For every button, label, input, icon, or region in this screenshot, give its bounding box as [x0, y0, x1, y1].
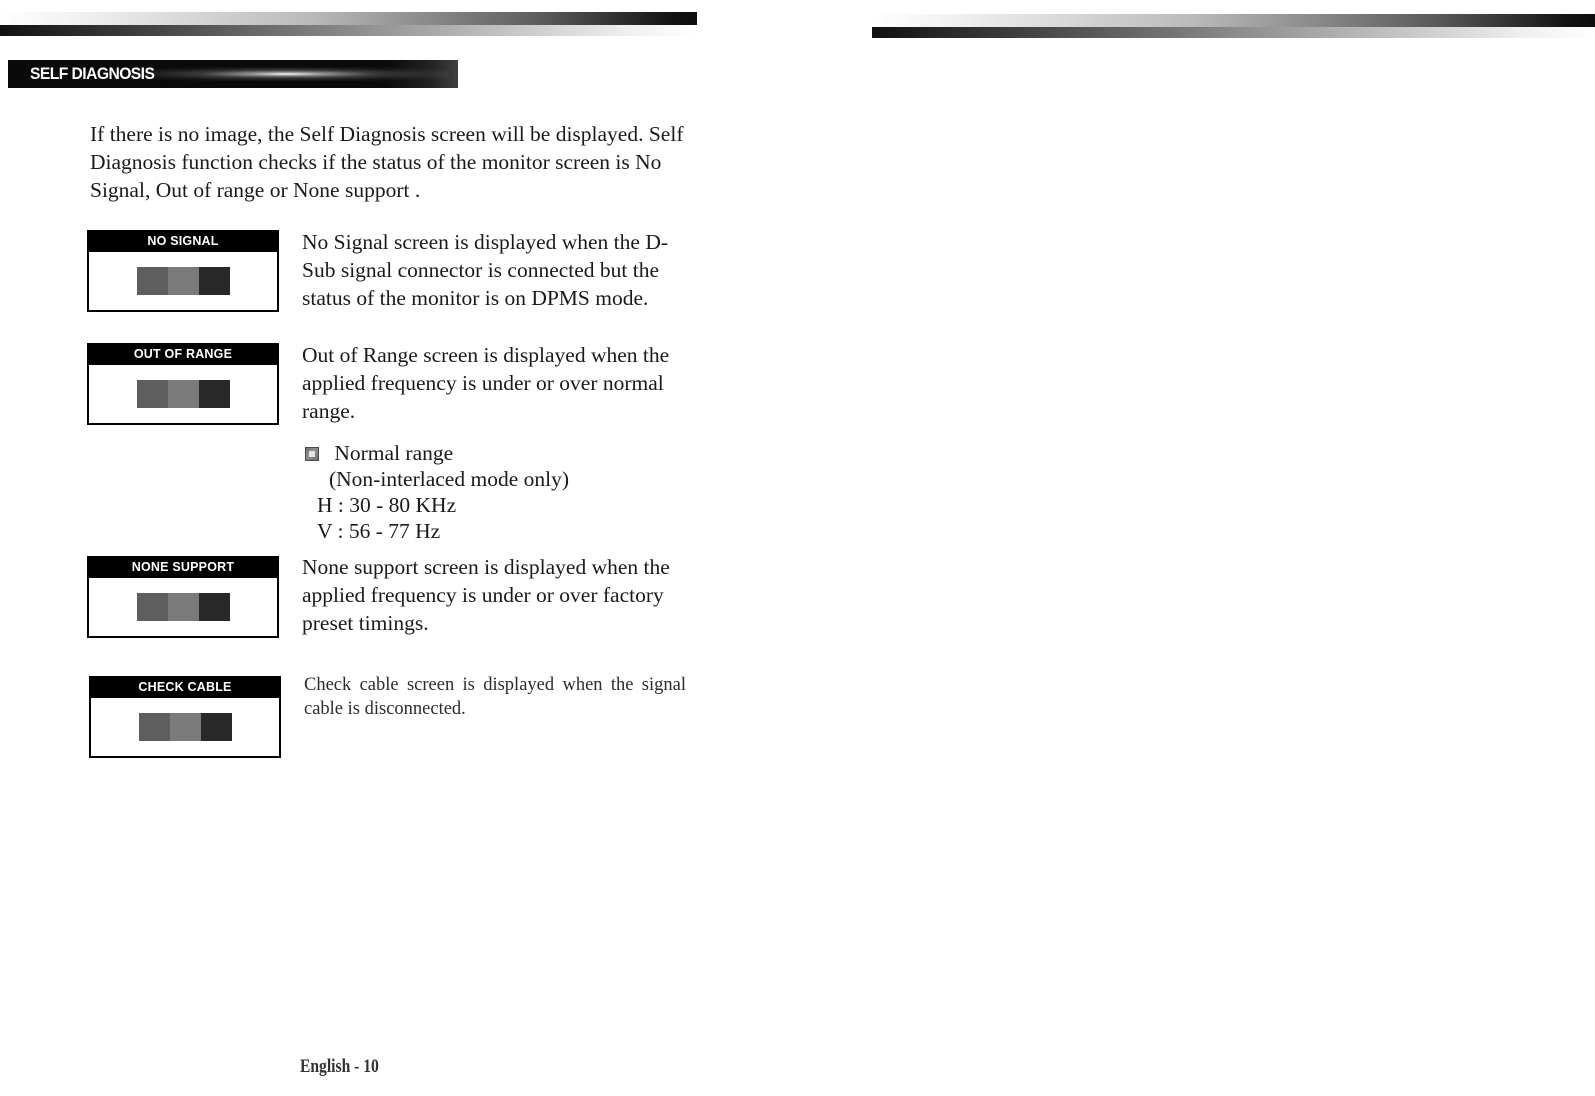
monitor-gray-bars [136, 592, 230, 621]
normal-range-block: Normal range (Non-interlaced mode only) … [305, 440, 569, 544]
gray-bar-light [167, 379, 199, 408]
header-rule-top [872, 14, 1595, 27]
monitor-screen-check-cable: CHECK CABLE [89, 676, 281, 758]
page-left: SELF DIAGNOSIS If there is no image, the… [0, 0, 800, 1096]
monitor-gray-bars [136, 379, 230, 408]
monitor-screen-no-signal: NO SIGNAL [87, 230, 279, 312]
normal-range-vertical: V : 56 - 77 Hz [317, 519, 441, 543]
monitor-screen-label: OUT OF RANGE [89, 345, 277, 365]
normal-range-note: (Non-interlaced mode only) [329, 467, 569, 491]
gray-bar-dark [198, 592, 230, 621]
gray-bar-dark [198, 379, 230, 408]
gray-bar-medium [138, 712, 170, 741]
gray-bar-medium [136, 592, 168, 621]
monitor-gray-bars [138, 712, 232, 741]
normal-range-horizontal: H : 30 - 80 KHz [317, 493, 457, 517]
bullet-square-icon [305, 447, 319, 461]
header-rule-top [0, 12, 697, 25]
monitor-gray-bars [136, 266, 230, 295]
monitor-screen-body [91, 697, 279, 756]
header-rule-bottom [872, 27, 1595, 38]
monitor-screen-none-support: NONE SUPPORT [87, 556, 279, 638]
monitor-screen-label: NO SIGNAL [89, 232, 277, 252]
monitor-screen-label: NONE SUPPORT [89, 558, 277, 578]
monitor-screen-body [89, 577, 277, 636]
description-out-of-range: Out of Range screen is displayed when th… [302, 343, 670, 423]
gray-bar-medium [136, 379, 168, 408]
page-right: SPECIFICATIONS Panel Size 17-inch (43.2 … [800, 0, 1595, 1096]
description-check-cable: Check cable screen is displayed when the… [304, 675, 686, 719]
self-diagnosis-intro: If there is no image, the Self Diagnosis… [90, 122, 684, 202]
description-no-signal: No Signal screen is displayed when the D… [302, 230, 669, 310]
self-diagnosis-banner-label: SELF DIAGNOSIS [30, 64, 155, 83]
normal-range-title-line: Normal range [305, 440, 569, 466]
page-footer-left: English - 10 [300, 1056, 379, 1077]
gray-bar-light [169, 712, 201, 741]
monitor-screen-label: CHECK CABLE [91, 678, 279, 698]
gray-bar-light [167, 592, 199, 621]
monitor-screen-body [89, 251, 277, 310]
gray-bar-dark [198, 266, 230, 295]
gray-bar-light [167, 266, 199, 295]
monitor-screen-body [89, 364, 277, 423]
gray-bar-dark [200, 712, 232, 741]
header-rule-bottom [0, 25, 697, 36]
description-none-support: None support screen is displayed when th… [302, 555, 670, 635]
monitor-screen-out-of-range: OUT OF RANGE [87, 343, 279, 425]
normal-range-title: Normal range [334, 441, 454, 465]
gray-bar-medium [136, 266, 168, 295]
